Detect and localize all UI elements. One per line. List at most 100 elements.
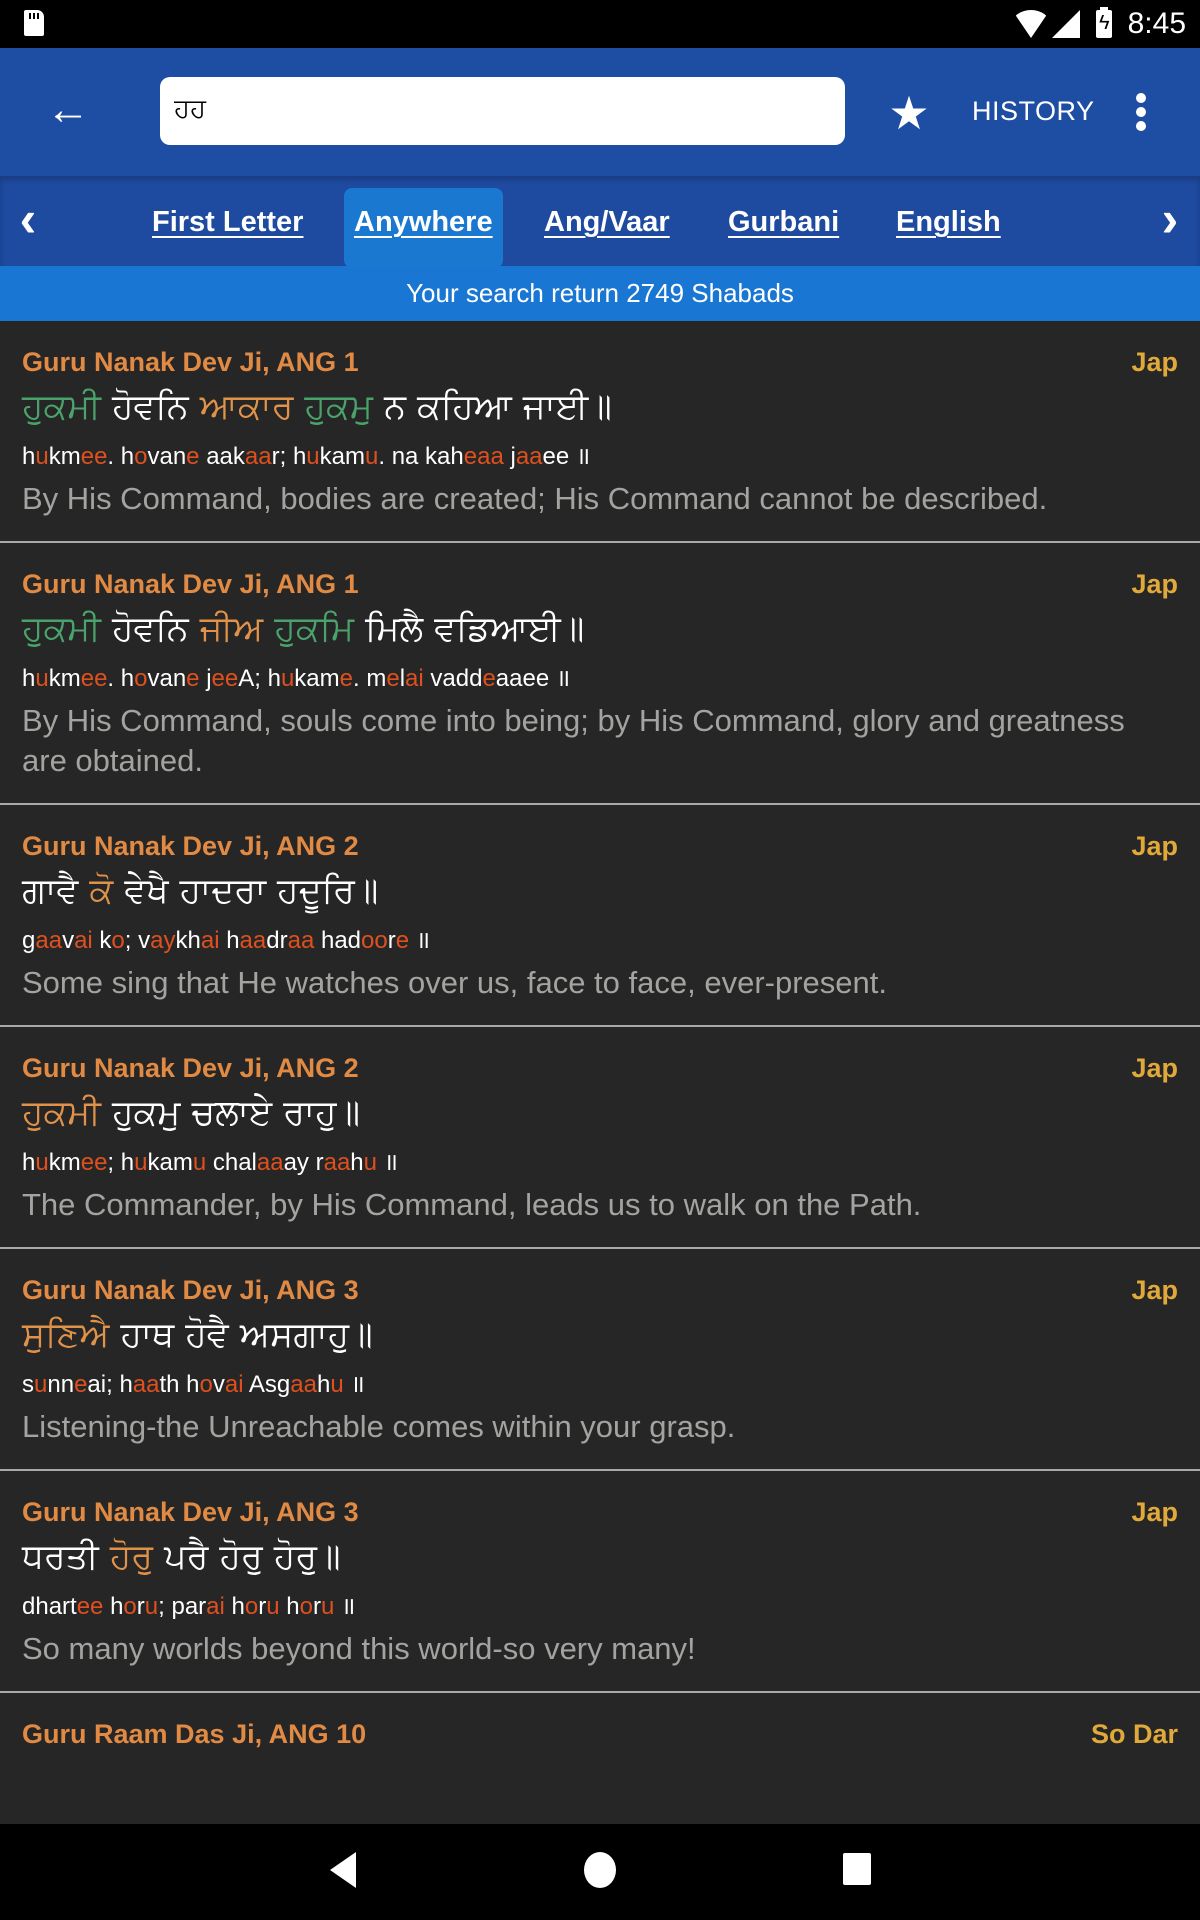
translit-vowel-highlight: aa: [239, 927, 267, 954]
result-gurmukhi: ਸੁਣਿਐ ਹਾਥ ਹੋਵੈ ਅਸਗਾਹੁ॥: [22, 1309, 1178, 1361]
translit-text: h: [103, 1593, 124, 1620]
gurmukhi-match-word: ਹੁਕਮੀ: [22, 609, 101, 649]
translit-text: kam: [147, 1149, 193, 1176]
translit-vowel-highlight: u: [306, 443, 320, 470]
result-gurmukhi: ਹੁਕਮੀ ਹੋਵਨਿ ਆਕਾਰ ਹੁਕਮੁ ਨ ਕਹਿਆ ਜਾਈ॥: [22, 381, 1178, 433]
gurmukhi-text: ਪਰੈ ਹੋਰੁ ਹੋਰੁ॥: [153, 1537, 341, 1577]
translit-vowel-highlight: u: [35, 443, 49, 470]
gurmukhi-match-word: ਆਕਾਰ: [199, 387, 294, 427]
translit-text: v: [62, 927, 75, 954]
translit-vowel-highlight: o: [111, 927, 125, 954]
gurmukhi-text: ਧਰਤੀ: [22, 1537, 110, 1577]
gurmukhi-match-word: ਕੋ: [89, 871, 114, 911]
result-raag: Jap: [1131, 347, 1178, 377]
gurmukhi-text: ਮਿਲੈ ਵਡਿਆਈ॥: [354, 609, 585, 649]
translit-vowel-highlight: u: [363, 1149, 378, 1176]
translit-vowel-highlight: u: [330, 1371, 344, 1398]
translit-text: s: [22, 1371, 34, 1398]
translit-text: van: [147, 443, 187, 470]
result-row[interactable]: Guru Nanak Dev Ji, ANG 2 Jap ਹੁਕਮੀ ਹੁਕਮੁ ਚ…: [0, 1027, 1200, 1249]
translit-text: dr: [266, 927, 288, 954]
result-raag: Jap: [1131, 1275, 1178, 1305]
translit-text: r; h: [271, 443, 307, 470]
translit-vowel-highlight: ai: [224, 1371, 244, 1398]
tab-anywhere[interactable]: Anywhere: [344, 188, 503, 268]
result-transliteration: dhartee horu; parai horu horu ॥: [22, 1587, 1178, 1627]
search-input[interactable]: [174, 89, 814, 129]
translit-text: h: [22, 665, 36, 692]
back-button[interactable]: ←: [44, 88, 92, 136]
results-list[interactable]: Guru Nanak Dev Ji, ANG 1 Jap ਹੁਕਮੀ ਹੋਵਨਿ ਆ…: [0, 321, 1200, 1813]
clock: 8:45: [1127, 7, 1186, 40]
result-row[interactable]: Guru Nanak Dev Ji, ANG 3 Jap ਸੁਣਿਐ ਹਾਥ ਹੋਵ…: [0, 1249, 1200, 1471]
translit-text: j: [199, 665, 212, 692]
gurmukhi-match-word: ਹੁਕਮੀ: [22, 387, 101, 427]
translit-vowel-highlight: oo: [361, 927, 388, 954]
translit-text: kh: [175, 927, 201, 954]
nav-back-icon[interactable]: [330, 1852, 356, 1888]
translit-text: aak: [199, 443, 245, 470]
tab-english[interactable]: English: [886, 188, 1011, 268]
nav-home-icon[interactable]: [584, 1852, 616, 1888]
status-bar: 8:45: [0, 0, 1200, 48]
result-row[interactable]: Guru Nanak Dev Ji, ANG 3 Jap ਧਰਤੀ ਹੋਰੁ ਪਰੈ…: [0, 1471, 1200, 1693]
translit-text: . m: [353, 665, 387, 692]
translit-text: h: [224, 1593, 245, 1620]
sd-card-icon: [24, 10, 44, 36]
translit-text: kam: [294, 665, 340, 692]
result-raag: Jap: [1131, 831, 1178, 861]
translit-text: h: [219, 927, 240, 954]
result-row[interactable]: Guru Raam Das Ji, ANG 10 So Dar: [0, 1693, 1200, 1813]
result-raag: Jap: [1131, 569, 1178, 599]
translit-vowel-highlight: o: [134, 443, 148, 470]
translit-vowel-highlight: u: [35, 1149, 49, 1176]
translit-vowel-highlight: ai: [74, 927, 93, 954]
search-type-tabs: ‹ First Letter Anywhere Ang/Vaar Gurbani…: [0, 176, 1200, 268]
result-row[interactable]: Guru Nanak Dev Ji, ANG 1 Jap ਹੁਕਮੀ ਹੋਵਨਿ ਆ…: [0, 321, 1200, 543]
translit-text: aaee ॥: [495, 665, 571, 692]
translit-vowel-highlight: ee: [80, 665, 108, 692]
translit-text: A; h: [238, 665, 281, 692]
history-button[interactable]: HISTORY: [972, 96, 1095, 127]
result-row[interactable]: Guru Nanak Dev Ji, ANG 1 Jap ਹੁਕਮੀ ਹੋਵਨਿ ਜ…: [0, 543, 1200, 805]
translit-text: ; h: [107, 1149, 135, 1176]
tab-first-letter[interactable]: First Letter: [142, 188, 313, 268]
more-options-button[interactable]: [1126, 90, 1156, 134]
translit-text: ; v: [124, 927, 151, 954]
tabs-scroll-right-button[interactable]: ›: [1150, 194, 1190, 244]
translit-text: . h: [107, 665, 135, 692]
gurmukhi-text: ਗਾਵੈ: [22, 871, 90, 911]
system-nav-bar: [0, 1824, 1200, 1920]
translit-text: . na kah: [378, 443, 464, 470]
favorites-button[interactable]: ★: [884, 88, 934, 138]
result-author-ang: Guru Nanak Dev Ji, ANG 2: [22, 831, 359, 861]
result-transliteration: gaavai ko; vaykhai haadraa hadoore ॥: [22, 921, 1178, 961]
tab-ang-vaar[interactable]: Ang/Vaar: [534, 188, 680, 268]
translit-vowel-highlight: o: [134, 665, 148, 692]
tab-gurbani[interactable]: Gurbani: [718, 188, 849, 268]
translit-text: Asg: [243, 1371, 291, 1398]
result-row[interactable]: Guru Nanak Dev Ji, ANG 2 Jap ਗਾਵੈ ਕੋ ਵੇਖੈ …: [0, 805, 1200, 1027]
translit-vowel-highlight: ai: [200, 927, 220, 954]
translit-text: kam: [319, 443, 365, 470]
translit-vowel-highlight: ee: [80, 1149, 108, 1176]
translit-text: km: [48, 1149, 81, 1176]
gurmukhi-text: [263, 609, 274, 649]
translit-vowel-highlight: o: [244, 1593, 259, 1620]
result-author-ang: Guru Nanak Dev Ji, ANG 1: [22, 347, 359, 377]
translit-vowel-highlight: e: [74, 1371, 88, 1398]
star-icon: ★: [888, 87, 930, 139]
translit-vowel-highlight: u: [365, 443, 379, 470]
gurmukhi-match-word: ਹੋਰੁ: [109, 1537, 154, 1577]
search-box[interactable]: [160, 77, 845, 145]
translit-text: ॥: [377, 1149, 399, 1176]
translit-text: km: [48, 443, 81, 470]
translit-text: ay r: [283, 1149, 324, 1176]
translit-vowel-highlight: ai: [206, 1593, 225, 1620]
result-author-ang: Guru Nanak Dev Ji, ANG 2: [22, 1053, 359, 1083]
nav-recents-icon[interactable]: [843, 1853, 871, 1885]
translit-vowel-highlight: e: [482, 665, 496, 692]
tabs-scroll-left-button[interactable]: ‹: [8, 194, 48, 244]
result-raag: Jap: [1131, 1497, 1178, 1527]
translit-text: r: [312, 1593, 321, 1620]
